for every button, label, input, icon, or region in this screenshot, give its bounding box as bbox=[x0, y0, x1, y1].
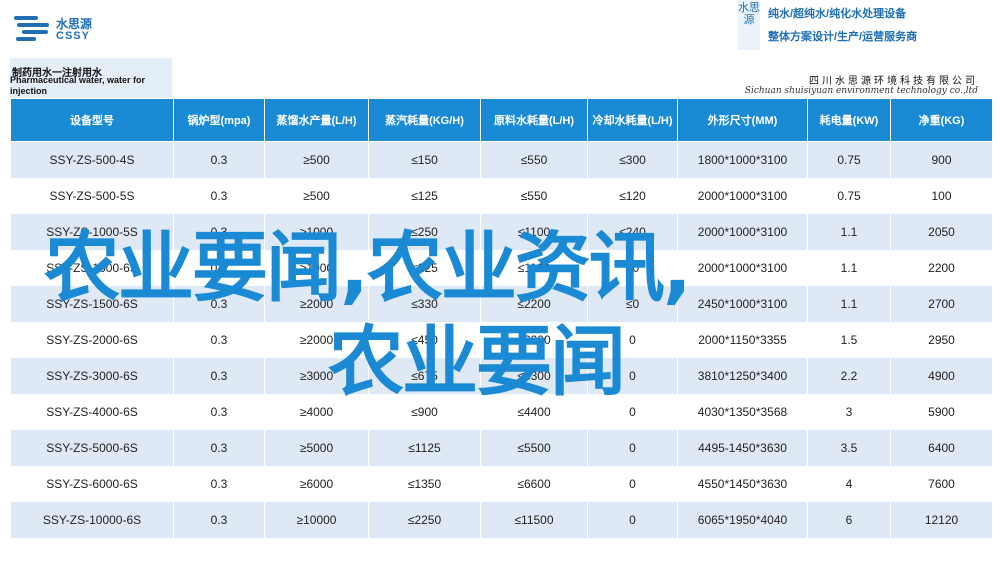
col-header-output: 蒸馏水产量(L/H) bbox=[264, 98, 369, 142]
col-header-dimensions: 外形尺寸(MM) bbox=[677, 98, 808, 142]
table-cell: 0.3 bbox=[173, 322, 265, 358]
table-cell: 6 bbox=[807, 502, 891, 538]
table-cell: 0.75 bbox=[807, 141, 891, 178]
table-cell: ≤11500 bbox=[480, 502, 588, 538]
table-cell: 0.3 bbox=[173, 358, 265, 394]
overlay-subheadline[interactable]: 农业要闻 bbox=[328, 300, 626, 410]
table-cell: 6065*1950*4040 bbox=[677, 502, 808, 538]
table-cell: ≤150 bbox=[368, 141, 481, 178]
table-cell: 0.3 bbox=[173, 502, 265, 538]
table-cell: 2450*1000*3100 bbox=[677, 286, 808, 322]
table-cell: ≤6600 bbox=[480, 466, 588, 502]
table-cell: 2700 bbox=[890, 286, 993, 322]
table-cell: SSY-ZS-500-4S bbox=[10, 141, 174, 178]
table-row: SSY-ZS-500-4S 0.3 ≥500 ≤150 ≤550 ≤300 1800*100… bbox=[10, 141, 993, 178]
table-cell: 0.3 bbox=[173, 394, 265, 430]
table-cell: 4 bbox=[807, 466, 891, 502]
table-cell: ≤550 bbox=[480, 141, 588, 178]
table-cell: ≤5500 bbox=[480, 430, 588, 466]
table-cell: 3 bbox=[807, 394, 891, 430]
table-cell: 0 bbox=[587, 430, 678, 466]
table-cell: 1.1 bbox=[807, 250, 891, 286]
company-name-cn: 四川水思源环境科技有限公司 bbox=[809, 76, 978, 87]
table-cell: 2.2 bbox=[807, 358, 891, 394]
table-cell: 6400 bbox=[890, 430, 993, 466]
product-title-box: 制药用水一注射用水 Pharmaceutical water, water fo… bbox=[10, 58, 172, 98]
table-cell: 1.1 bbox=[807, 286, 891, 322]
table-cell: ≤300 bbox=[587, 141, 678, 178]
col-header-power: 耗电量(KW) bbox=[807, 98, 891, 142]
table-cell: 0 bbox=[587, 502, 678, 538]
table-cell: ≤1125 bbox=[368, 430, 481, 466]
table-row: SSY-ZS-10000-6S 0.3 ≥10000 ≤2250 ≤11500 0 6065… bbox=[10, 502, 993, 538]
table-row: SSY-ZS-6000-6S 0.3 ≥6000 ≤1350 ≤6600 0 4550*14… bbox=[10, 466, 993, 502]
table-cell: 12120 bbox=[890, 502, 993, 538]
table-cell: 100 bbox=[890, 178, 993, 214]
table-cell: ≥500 bbox=[264, 141, 369, 178]
table-cell: 4550*1450*3630 bbox=[677, 466, 808, 502]
col-header-feed-water: 原料水耗量(L/H) bbox=[480, 98, 588, 142]
table-cell: 7600 bbox=[890, 466, 993, 502]
table-cell: 3810*1250*3400 bbox=[677, 358, 808, 394]
table-cell: SSY-ZS-2000-6S bbox=[10, 322, 174, 358]
table-cell: 0.3 bbox=[173, 430, 265, 466]
table-cell: 1800*1000*3100 bbox=[677, 141, 808, 178]
logo-name-en: CSSY bbox=[56, 30, 90, 42]
table-cell: 1.1 bbox=[807, 214, 891, 250]
table-header-row: 设备型号 锅炉型(mpa) 蒸馏水产量(L/H) 蒸汽耗量(KG/H) 原料水耗… bbox=[10, 98, 993, 142]
logo-icon bbox=[14, 16, 52, 42]
table-cell: ≥6000 bbox=[264, 466, 369, 502]
tagline-services: 纯水/超纯水/纯化水处理设备 bbox=[768, 8, 907, 20]
table-cell: 4030*1350*3568 bbox=[677, 394, 808, 430]
col-header-steam: 蒸汽耗量(KG/H) bbox=[368, 98, 481, 142]
col-header-model: 设备型号 bbox=[10, 98, 174, 142]
table-cell: SSY-ZS-5000-6S bbox=[10, 430, 174, 466]
table-cell: 0.3 bbox=[173, 141, 265, 178]
company-name-en: Sichuan shuisiyuan environment technolog… bbox=[744, 86, 978, 96]
product-title-bar: 制药用水一注射用水 Pharmaceutical water, water fo… bbox=[10, 58, 992, 98]
product-title-en: Pharmaceutical water, water for injectio… bbox=[10, 75, 146, 96]
table-cell: SSY-ZS-10000-6S bbox=[10, 502, 174, 538]
table-cell: 3.5 bbox=[807, 430, 891, 466]
table-cell: SSY-ZS-6000-6S bbox=[10, 466, 174, 502]
table-cell: 5900 bbox=[890, 394, 993, 430]
table-cell: 4495-1450*3630 bbox=[677, 430, 808, 466]
table-cell: ≤1350 bbox=[368, 466, 481, 502]
table-cell: 1.5 bbox=[807, 322, 891, 358]
tagline-solutions: 整体方案设计/生产/运营服务商 bbox=[768, 31, 918, 43]
table-cell: SSY-ZS-3000-6S bbox=[10, 358, 174, 394]
table-cell: ≥5000 bbox=[264, 430, 369, 466]
table-cell: 4900 bbox=[890, 358, 993, 394]
table-cell: 2000*1000*3100 bbox=[677, 214, 808, 250]
page-header: 水思源 CSSY 水思源 纯水/超纯水/纯化水处理设备 整体方案设计/生产/运营… bbox=[0, 0, 1000, 56]
table-cell: 0 bbox=[587, 466, 678, 502]
col-header-cooling-water: 冷却水耗量(L/H) bbox=[587, 98, 678, 142]
table-cell: 2000*1000*3100 bbox=[677, 250, 808, 286]
table-cell: ≤2250 bbox=[368, 502, 481, 538]
table-cell: SSY-ZS-4000-6S bbox=[10, 394, 174, 430]
brand-logo[interactable]: 水思源 CSSY bbox=[14, 14, 104, 44]
table-row: SSY-ZS-5000-6S 0.3 ≥5000 ≤1125 ≤5500 0 4495-14… bbox=[10, 430, 993, 466]
table-cell: 2000*1000*3100 bbox=[677, 178, 808, 214]
col-header-weight: 净重(KG) bbox=[890, 98, 993, 142]
table-cell: 2200 bbox=[890, 250, 993, 286]
table-cell: 2000*1150*3355 bbox=[677, 322, 808, 358]
table-cell: ≥10000 bbox=[264, 502, 369, 538]
table-cell: 0.3 bbox=[173, 466, 265, 502]
col-header-pressure: 锅炉型(mpa) bbox=[173, 98, 265, 142]
vertical-brand: 水思源 bbox=[738, 0, 760, 50]
table-cell: 2950 bbox=[890, 322, 993, 358]
table-cell: 900 bbox=[890, 141, 993, 178]
table-cell: 0.75 bbox=[807, 178, 891, 214]
table-cell: 2050 bbox=[890, 214, 993, 250]
